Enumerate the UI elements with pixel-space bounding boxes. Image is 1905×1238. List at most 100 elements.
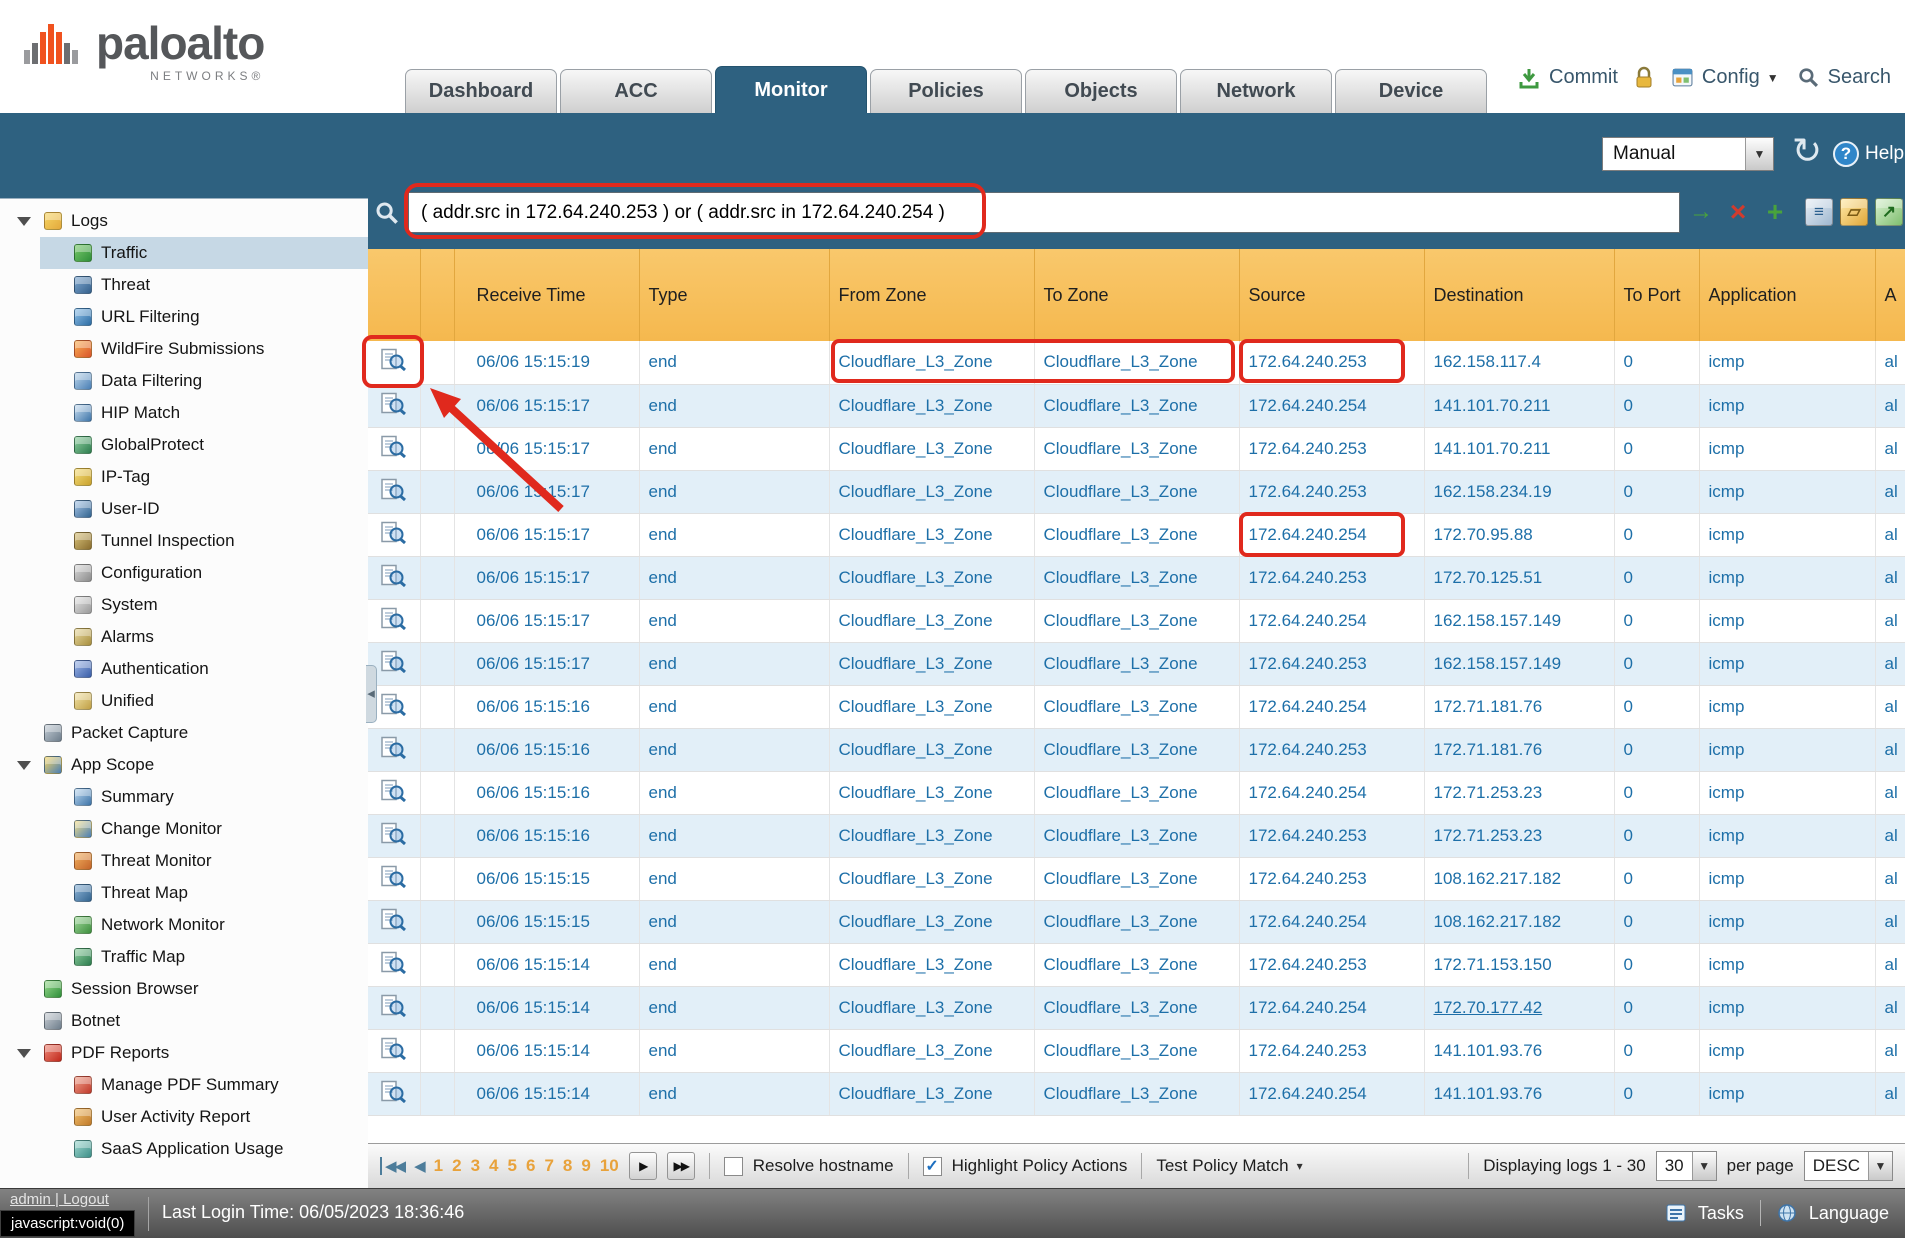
sidebar-item-session-browser[interactable]: Session Browser [0, 973, 368, 1005]
cell-application[interactable]: icmp [1699, 642, 1875, 685]
cell-source[interactable]: 172.64.240.254 [1239, 1072, 1424, 1115]
cell-to-port[interactable]: 0 [1614, 470, 1699, 513]
cell-to-zone[interactable]: Cloudflare_L3_Zone [1034, 1072, 1239, 1115]
cell-application[interactable]: icmp [1699, 341, 1875, 384]
expand-caret-icon[interactable] [17, 217, 31, 226]
sidebar-item-alarms[interactable]: Alarms [0, 621, 368, 653]
commit-icon[interactable] [1518, 67, 1540, 89]
column-header-to-port[interactable]: To Port [1614, 249, 1699, 341]
cell-action[interactable]: al [1875, 470, 1905, 513]
cell-to-port[interactable]: 0 [1614, 384, 1699, 427]
cell-type[interactable]: end [639, 943, 829, 986]
tasks-button[interactable]: Tasks [1698, 1203, 1744, 1224]
sidebar-item-unified[interactable]: Unified [0, 685, 368, 717]
export-logs-button[interactable]: ↗ [1875, 198, 1903, 226]
cell-to-zone[interactable]: Cloudflare_L3_Zone [1034, 771, 1239, 814]
log-detail-button[interactable] [368, 943, 420, 986]
cell-from-zone[interactable]: Cloudflare_L3_Zone [829, 556, 1034, 599]
page-number-4[interactable]: 4 [489, 1156, 498, 1176]
cell-destination[interactable]: 172.71.253.23 [1424, 771, 1614, 814]
cell-type[interactable]: end [639, 470, 829, 513]
sidebar-item-configuration[interactable]: Configuration [0, 557, 368, 589]
cell-source[interactable]: 172.64.240.254 [1239, 384, 1424, 427]
cell-to-port[interactable]: 0 [1614, 642, 1699, 685]
cell-to-zone[interactable]: Cloudflare_L3_Zone [1034, 685, 1239, 728]
cell-to-port[interactable]: 0 [1614, 814, 1699, 857]
sidebar-item-logs[interactable]: Logs [0, 205, 368, 237]
cell-source[interactable]: 172.64.240.253 [1239, 814, 1424, 857]
cell-source[interactable]: 172.64.240.253 [1239, 728, 1424, 771]
cell-application[interactable]: icmp [1699, 685, 1875, 728]
cell-application[interactable]: icmp [1699, 771, 1875, 814]
cell-application[interactable]: icmp [1699, 384, 1875, 427]
cell-receive-time[interactable]: 06/06 15:15:17 [454, 427, 639, 470]
log-detail-button[interactable] [368, 728, 420, 771]
cell-destination[interactable]: 141.101.93.76 [1424, 1072, 1614, 1115]
sidebar-item-user-id[interactable]: User-ID [0, 493, 368, 525]
cell-destination[interactable]: 108.162.217.182 [1424, 900, 1614, 943]
column-header-to-zone[interactable]: To Zone [1034, 249, 1239, 341]
cell-receive-time[interactable]: 06/06 15:15:17 [454, 384, 639, 427]
cell-to-port[interactable]: 0 [1614, 771, 1699, 814]
cell-from-zone[interactable]: Cloudflare_L3_Zone [829, 384, 1034, 427]
log-detail-button[interactable] [368, 341, 420, 384]
cell-from-zone[interactable]: Cloudflare_L3_Zone [829, 728, 1034, 771]
sidebar-item-threat-map[interactable]: Threat Map [0, 877, 368, 909]
cell-receive-time[interactable]: 06/06 15:15:16 [454, 814, 639, 857]
page-number-5[interactable]: 5 [508, 1156, 517, 1176]
cell-type[interactable]: end [639, 814, 829, 857]
config-button[interactable]: Config [1702, 66, 1760, 89]
cell-from-zone[interactable]: Cloudflare_L3_Zone [829, 427, 1034, 470]
tab-device[interactable]: Device [1335, 69, 1487, 113]
save-filter-button[interactable]: ≡ [1805, 198, 1833, 226]
column-header-receive-time[interactable]: Receive Time [454, 249, 639, 341]
cell-type[interactable]: end [639, 599, 829, 642]
cell-action[interactable]: al [1875, 1072, 1905, 1115]
cell-from-zone[interactable]: Cloudflare_L3_Zone [829, 857, 1034, 900]
commit-button[interactable]: Commit [1549, 66, 1618, 89]
sidebar-item-botnet[interactable]: Botnet [0, 1005, 368, 1037]
cell-source[interactable]: 172.64.240.253 [1239, 470, 1424, 513]
cell-from-zone[interactable]: Cloudflare_L3_Zone [829, 599, 1034, 642]
expand-caret-icon[interactable] [17, 761, 31, 770]
log-detail-button[interactable] [368, 900, 420, 943]
lock-icon[interactable] [1635, 66, 1653, 89]
cell-destination[interactable]: 172.70.95.88 [1424, 513, 1614, 556]
tasks-icon[interactable] [1666, 1204, 1686, 1222]
page-number-2[interactable]: 2 [452, 1156, 461, 1176]
cell-type[interactable]: end [639, 642, 829, 685]
cell-destination[interactable]: 162.158.157.149 [1424, 642, 1614, 685]
cell-application[interactable]: icmp [1699, 857, 1875, 900]
help-button[interactable]: ? Help [1833, 141, 1904, 167]
test-policy-caret-icon[interactable]: ▾ [1297, 1159, 1303, 1173]
cell-to-zone[interactable]: Cloudflare_L3_Zone [1034, 900, 1239, 943]
cell-destination[interactable]: 141.101.93.76 [1424, 1029, 1614, 1072]
cell-receive-time[interactable]: 06/06 15:15:16 [454, 771, 639, 814]
cell-type[interactable]: end [639, 556, 829, 599]
cell-to-port[interactable]: 0 [1614, 1072, 1699, 1115]
cell-to-port[interactable]: 0 [1614, 599, 1699, 642]
sidebar-item-authentication[interactable]: Authentication [0, 653, 368, 685]
resolve-hostname-checkbox[interactable] [724, 1157, 743, 1176]
cell-action[interactable]: al [1875, 857, 1905, 900]
tab-network[interactable]: Network [1180, 69, 1332, 113]
cell-to-port[interactable]: 0 [1614, 513, 1699, 556]
sidebar-item-data-filtering[interactable]: Data Filtering [0, 365, 368, 397]
cell-to-port[interactable]: 0 [1614, 556, 1699, 599]
cell-application[interactable]: icmp [1699, 943, 1875, 986]
sidebar-item-traffic[interactable]: Traffic [0, 237, 368, 269]
cell-action[interactable]: al [1875, 1029, 1905, 1072]
cell-application[interactable]: icmp [1699, 728, 1875, 771]
highlight-policy-actions-checkbox[interactable]: ✓ [923, 1157, 942, 1176]
cell-from-zone[interactable]: Cloudflare_L3_Zone [829, 685, 1034, 728]
sidebar-item-tunnel-inspection[interactable]: Tunnel Inspection [0, 525, 368, 557]
cell-type[interactable]: end [639, 1029, 829, 1072]
cell-type[interactable]: end [639, 1072, 829, 1115]
cell-destination[interactable]: 141.101.70.211 [1424, 427, 1614, 470]
cell-from-zone[interactable]: Cloudflare_L3_Zone [829, 341, 1034, 384]
cell-action[interactable]: al [1875, 900, 1905, 943]
cell-action[interactable]: al [1875, 943, 1905, 986]
cell-type[interactable]: end [639, 986, 829, 1029]
cell-application[interactable]: icmp [1699, 427, 1875, 470]
cell-destination[interactable]: 172.71.153.150 [1424, 943, 1614, 986]
